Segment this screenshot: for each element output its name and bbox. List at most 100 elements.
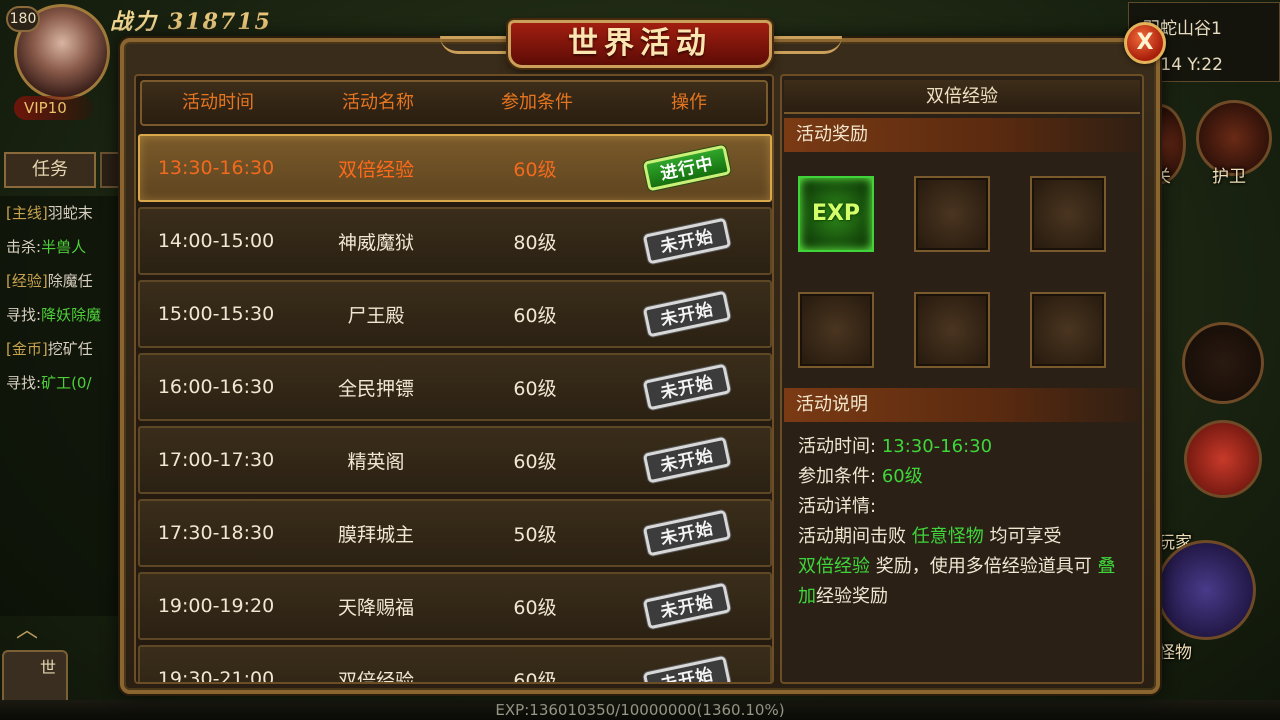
table-row[interactable]: 16:00-16:30 全民押镖 60级 未开始 xyxy=(138,353,772,421)
status-badge-not-started: 未开始 xyxy=(642,217,732,265)
quest-line[interactable]: [经验]除魔任 xyxy=(0,264,130,298)
event-requirement: 60级 xyxy=(513,158,557,181)
event-requirement: 60级 xyxy=(513,596,557,619)
event-time: 19:00-19:20 xyxy=(157,595,275,617)
event-status-cell: 未开始 xyxy=(610,436,764,484)
status-badge-not-started: 未开始 xyxy=(642,655,732,682)
event-name: 膜拜城主 xyxy=(337,523,414,546)
close-button[interactable]: X xyxy=(1124,22,1166,64)
event-time: 17:30-18:30 xyxy=(157,522,275,544)
title-ornament-right xyxy=(772,36,842,54)
vip-badge[interactable]: VIP10 xyxy=(14,96,94,120)
target-select-icon[interactable] xyxy=(1156,540,1256,640)
event-req-info: 参加条件: 60级 xyxy=(798,462,923,488)
quest-line[interactable]: [金币]挖矿任 xyxy=(0,332,130,366)
event-time: 14:00-15:00 xyxy=(157,230,275,252)
event-time-info: 活动时间: 13:30-16:30 xyxy=(798,432,992,458)
event-req-label: 参加条件: xyxy=(798,466,877,487)
close-icon: X xyxy=(1136,30,1154,55)
event-name: 神威魔狱 xyxy=(337,231,414,254)
combat-power: 战力 318715 xyxy=(110,4,272,35)
event-time: 19:30-21:00 xyxy=(157,668,275,684)
table-header: 活动时间 活动名称 参加条件 操作 xyxy=(140,80,768,126)
event-requirement: 80级 xyxy=(513,231,557,254)
event-requirement: 60级 xyxy=(513,377,557,400)
table-row[interactable]: 19:30-21:00 双倍经验 60级 未开始 xyxy=(138,645,772,684)
reward-slot-empty[interactable] xyxy=(1030,176,1106,252)
combat-power-label: 战力 xyxy=(110,9,159,35)
event-name: 天降赐福 xyxy=(337,596,414,619)
rewards-header: 活动奖励 xyxy=(784,118,1140,152)
reward-slot-empty[interactable] xyxy=(1030,292,1106,368)
event-time-value: 13:30-16:30 xyxy=(881,436,993,457)
right-label-guard: 护卫 xyxy=(1212,167,1246,187)
event-name: 全民押镖 xyxy=(337,377,414,400)
quest-tab[interactable]: 任务 xyxy=(4,152,96,188)
quest-line[interactable]: [主线]羽蛇末 xyxy=(0,196,130,230)
event-description: 活动期间击败 任意怪物 均可享受 双倍经验 奖励，使用多倍经验道具可 叠加经验奖励 xyxy=(798,526,1116,607)
reward-slot-empty[interactable] xyxy=(914,292,990,368)
event-status-cell: 进行中 xyxy=(610,144,764,192)
quest-line[interactable]: 击杀:半兽人 xyxy=(0,230,130,264)
event-name: 尸王殿 xyxy=(347,304,405,327)
status-badge-not-started: 未开始 xyxy=(642,290,732,338)
table-row[interactable]: 17:30-18:30 膜拜城主 50级 未开始 xyxy=(138,499,772,567)
event-status-cell: 未开始 xyxy=(610,363,764,411)
event-req-value: 60级 xyxy=(881,466,923,487)
event-time: 15:00-15:30 xyxy=(157,303,275,325)
table-row[interactable]: 19:00-19:20 天降赐福 60级 未开始 xyxy=(138,572,772,640)
table-row[interactable]: 15:00-15:30 尸王殿 60级 未开始 xyxy=(138,280,772,348)
right-label-monster: 怪物 xyxy=(1158,643,1192,663)
event-status-cell: 未开始 xyxy=(610,655,764,682)
table-row[interactable]: 17:00-17:30 精英阁 60级 未开始 xyxy=(138,426,772,494)
skill-slot-icon[interactable] xyxy=(1182,322,1264,404)
table-row[interactable]: 14:00-15:00 神威魔狱 80级 未开始 xyxy=(138,207,772,275)
event-requirement: 60级 xyxy=(513,450,557,473)
status-badge-not-started: 未开始 xyxy=(642,509,732,557)
event-time-label: 活动时间: xyxy=(798,436,877,457)
status-badge-not-started: 未开始 xyxy=(642,363,732,411)
event-name: 精英阁 xyxy=(347,450,405,473)
description-header: 活动说明 xyxy=(784,388,1140,422)
reward-slot-empty[interactable] xyxy=(798,292,874,368)
combat-power-value: 318715 xyxy=(168,9,272,35)
dialog-title-plate: 世界活动 xyxy=(508,20,772,68)
table-body: 13:30-16:30 双倍经验 60级 进行中 14:00-15:00 神威魔… xyxy=(138,134,772,684)
status-badge-ongoing[interactable]: 进行中 xyxy=(642,144,732,192)
event-name: 双倍经验 xyxy=(337,669,414,684)
reward-slot-exp[interactable]: EXP xyxy=(798,176,874,252)
quest-line[interactable]: 寻找:矿工(0/ xyxy=(0,366,130,400)
col-header-action: 操作 xyxy=(671,92,707,113)
event-time: 16:00-16:30 xyxy=(157,376,275,398)
reward-slot-empty[interactable] xyxy=(914,176,990,252)
attack-skill-icon[interactable] xyxy=(1184,420,1262,498)
event-status-cell: 未开始 xyxy=(610,509,764,557)
quest-line[interactable]: 寻找:降妖除魔 xyxy=(0,298,130,332)
event-requirement: 60级 xyxy=(513,304,557,327)
event-detail-title: 双倍经验 xyxy=(784,80,1140,114)
event-time: 13:30-16:30 xyxy=(157,157,275,179)
title-ornament-left xyxy=(440,36,510,54)
event-requirement: 60级 xyxy=(513,669,557,684)
exp-bar: EXP:136010350/10000000(1360.10%) xyxy=(0,700,1280,720)
quest-tracker[interactable]: [主线]羽蛇末 击杀:半兽人 [经验]除魔任 寻找:降妖除魔 [金币]挖矿任 寻… xyxy=(0,196,130,616)
world-chat-label: 世 xyxy=(40,658,57,677)
col-header-time: 活动时间 xyxy=(182,92,254,113)
chevron-up-icon[interactable]: ︿ xyxy=(6,612,48,643)
col-header-requirement: 参加条件 xyxy=(501,92,573,113)
exp-icon: EXP xyxy=(811,201,861,226)
col-header-name: 活动名称 xyxy=(342,92,414,113)
status-badge-not-started: 未开始 xyxy=(642,582,732,630)
player-level-badge: 180 xyxy=(6,6,40,32)
event-details-label: 活动详情: xyxy=(798,496,877,517)
event-time: 17:00-17:30 xyxy=(157,449,275,471)
dialog-title: 世界活动 xyxy=(568,26,712,61)
event-name: 双倍经验 xyxy=(337,158,414,181)
status-badge-not-started: 未开始 xyxy=(642,436,732,484)
event-status-cell: 未开始 xyxy=(610,217,764,265)
event-requirement: 50级 xyxy=(513,523,557,546)
event-status-cell: 未开始 xyxy=(610,290,764,338)
event-status-cell: 未开始 xyxy=(610,582,764,630)
table-row[interactable]: 13:30-16:30 双倍经验 60级 进行中 xyxy=(138,134,772,202)
events-table: 活动时间 活动名称 参加条件 操作 13:30-16:30 双倍经验 60级 进… xyxy=(134,74,774,684)
